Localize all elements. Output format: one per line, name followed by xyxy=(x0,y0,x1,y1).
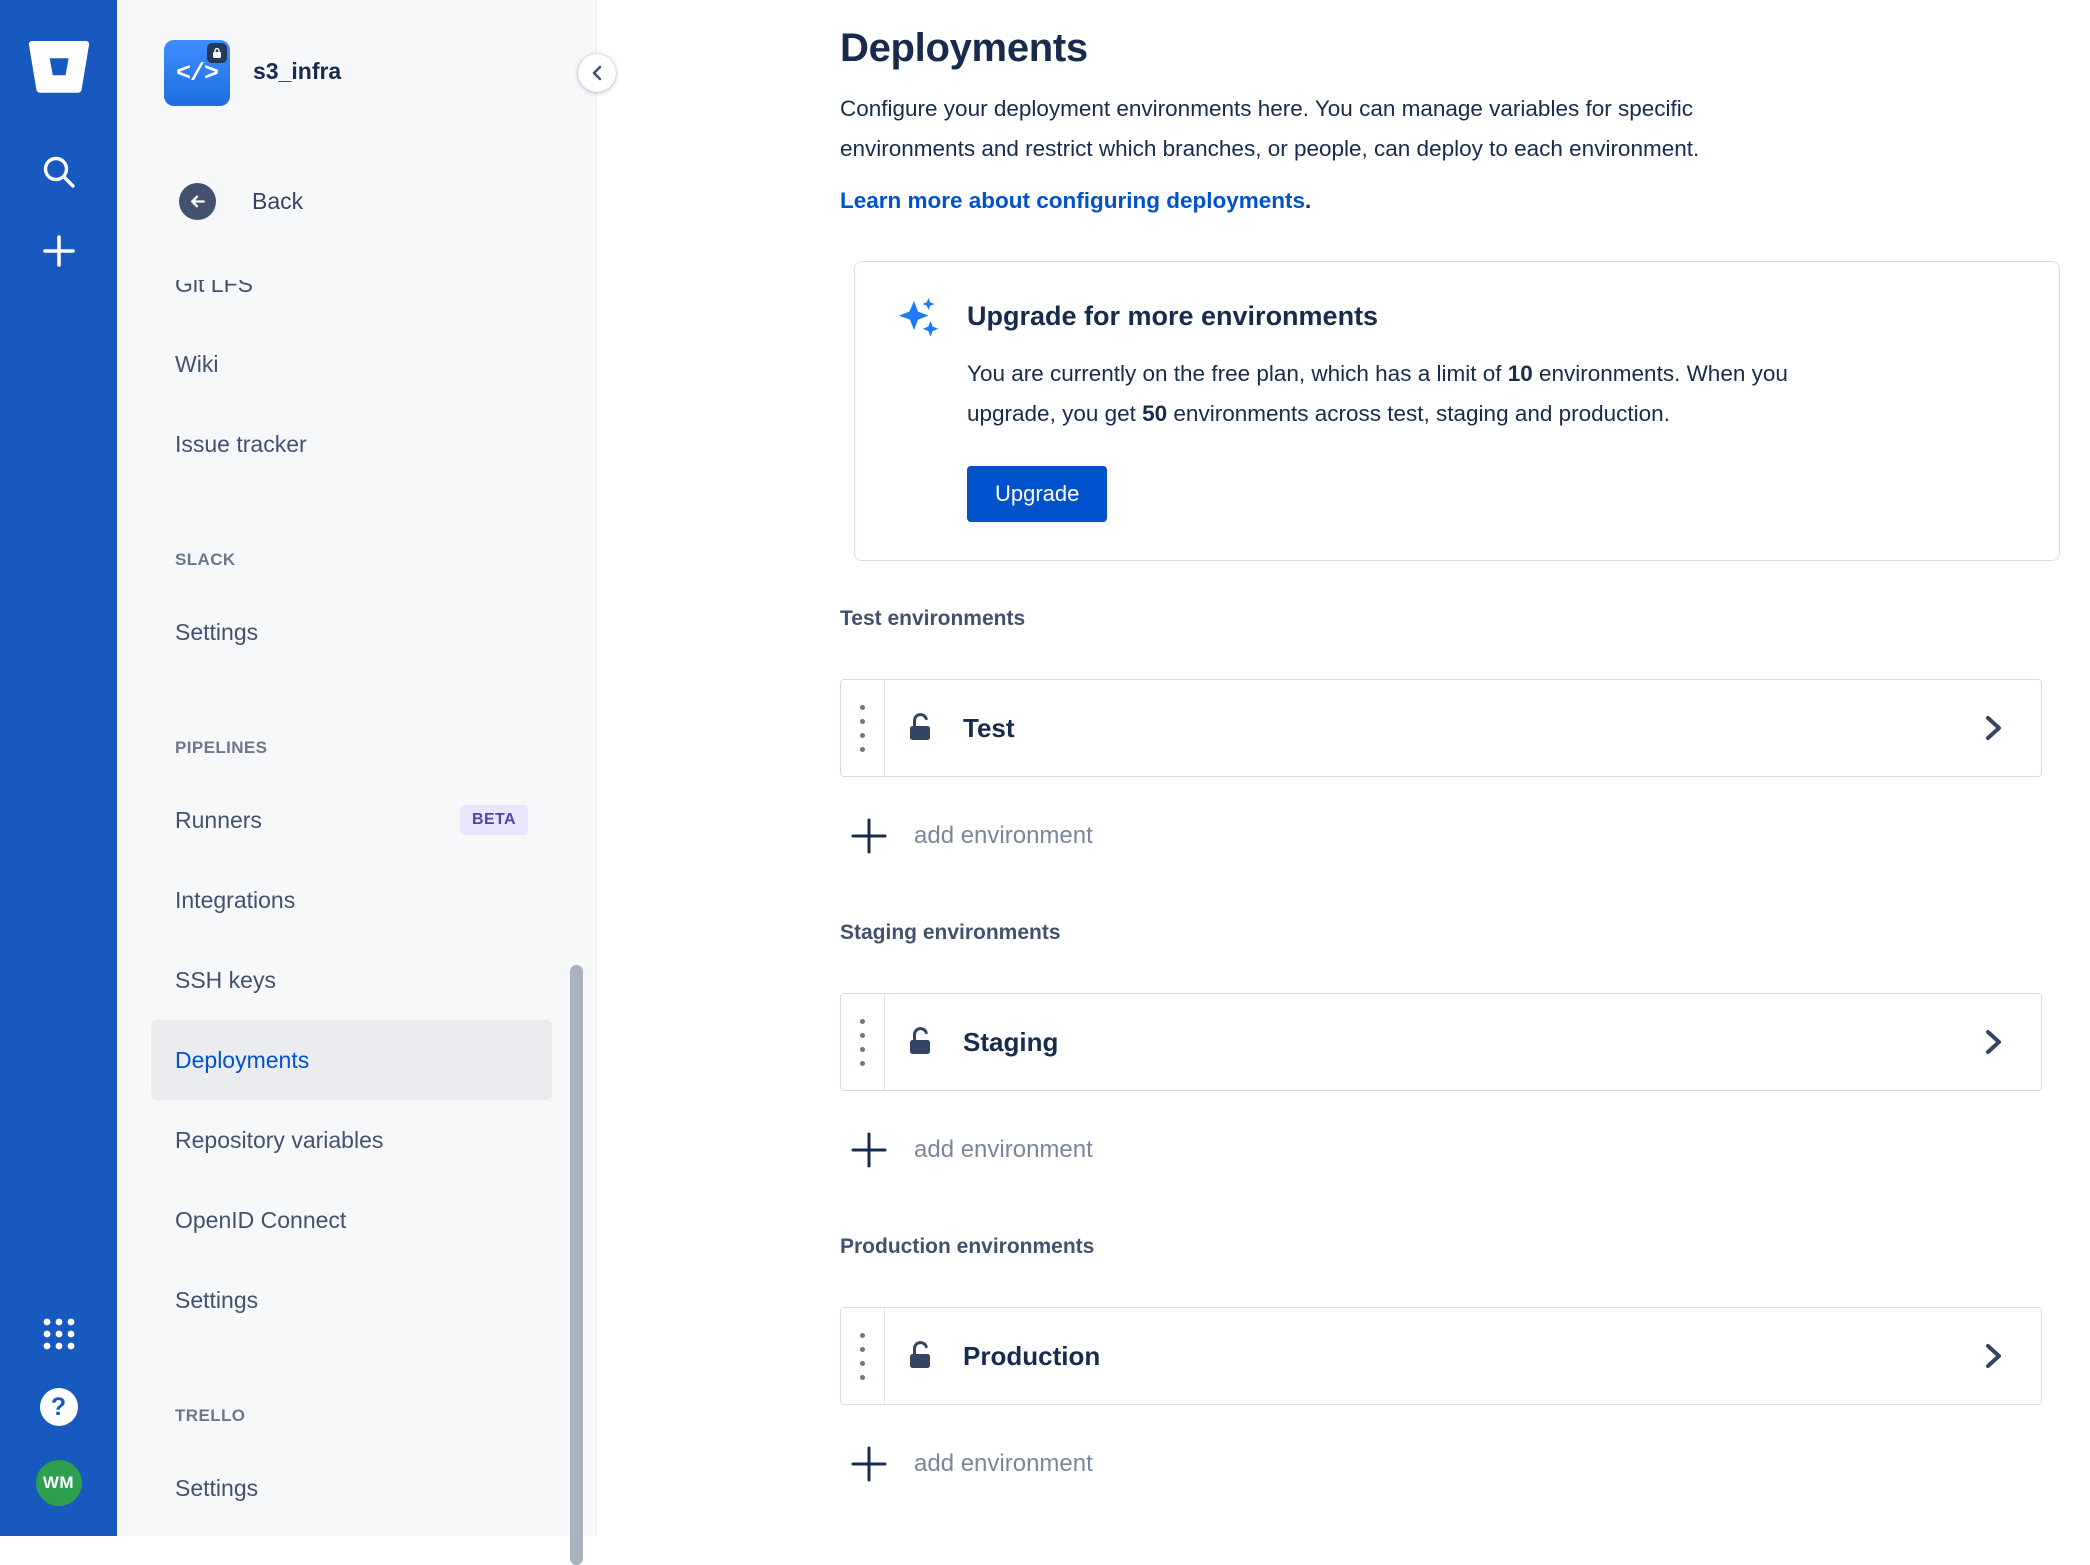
add-environment-button-production[interactable]: add environment xyxy=(840,1435,1093,1493)
upgrade-body-text: You are currently on the free plan, whic… xyxy=(967,361,1508,386)
sidebar-item-runners[interactable]: Runners BETA xyxy=(151,780,552,860)
sidebar-item-issue-tracker[interactable]: Issue tracker xyxy=(151,404,552,484)
environment-name: Staging xyxy=(963,1026,1059,1057)
sidebar-section-slack: SLACK xyxy=(175,550,236,569)
chevron-right-icon xyxy=(1981,1027,2005,1057)
beta-badge: BETA xyxy=(460,805,528,835)
sidebar-item-label: Runners xyxy=(175,806,262,833)
add-environment-label: add environment xyxy=(914,822,1093,849)
search-icon[interactable] xyxy=(39,152,79,192)
learn-more-link[interactable]: Learn more about configuring deployments xyxy=(840,188,1305,213)
rail-bottom: ? WM xyxy=(35,1316,82,1506)
app-rail: ? WM xyxy=(0,0,117,1536)
sidebar-collapse-button[interactable] xyxy=(578,54,616,92)
upgrade-card: Upgrade for more environments You are cu… xyxy=(854,261,2060,561)
sparkle-icon xyxy=(895,295,941,341)
page-title: Deployments xyxy=(840,26,1088,70)
sidebar-item-openid-connect[interactable]: OpenID Connect xyxy=(151,1180,552,1260)
sidebar-item-repository-variables[interactable]: Repository variables xyxy=(151,1100,552,1180)
environment-name: Test xyxy=(963,712,1015,743)
sidebar-item-wiki[interactable]: Wiki xyxy=(151,324,552,404)
upgrade-card-title: Upgrade for more environments xyxy=(967,301,1379,331)
sidebar-item-ssh-keys[interactable]: SSH keys xyxy=(151,940,552,1020)
sidebar-item-label: Deployments xyxy=(175,1046,310,1073)
bitbucket-logo[interactable] xyxy=(27,38,91,96)
page-description: Configure your deployment environments h… xyxy=(840,96,1700,161)
env-section-label-staging: Staging environments xyxy=(840,921,1061,944)
plus-icon xyxy=(840,1435,898,1493)
question-mark-icon: ? xyxy=(39,1388,78,1426)
paid-plan-limit: 50 xyxy=(1142,401,1168,426)
add-environment-button-test[interactable]: add environment xyxy=(840,807,1093,865)
add-environment-label: add environment xyxy=(914,1450,1093,1477)
upgrade-body-text: environments across test, staging and pr… xyxy=(1167,401,1670,426)
repo-avatar: </> xyxy=(164,40,230,106)
sidebar-item-label: Repository variables xyxy=(175,1126,384,1153)
add-environment-label: add environment xyxy=(914,1136,1093,1163)
sidebar-nav: Git LFS Wiki Issue tracker SLACK Setting… xyxy=(151,244,552,1528)
free-plan-limit: 10 xyxy=(1507,361,1533,386)
upgrade-card-body: You are currently on the free plan, whic… xyxy=(967,354,1867,434)
unlocked-padlock-icon xyxy=(903,710,939,746)
upgrade-button[interactable]: Upgrade xyxy=(967,466,1108,522)
sidebar-item-integrations[interactable]: Integrations xyxy=(151,860,552,940)
unlocked-padlock-icon xyxy=(903,1338,939,1374)
back-button[interactable]: Back xyxy=(179,183,303,220)
create-plus-icon[interactable] xyxy=(40,232,78,270)
add-environment-button-staging[interactable]: add environment xyxy=(840,1121,1093,1179)
user-avatar[interactable]: WM xyxy=(35,1460,82,1506)
drag-handle-icon[interactable] xyxy=(841,994,885,1090)
sidebar-item-label: Issue tracker xyxy=(175,430,307,457)
sidebar-scrollbar[interactable] xyxy=(570,965,583,1565)
drag-handle-icon[interactable] xyxy=(841,680,885,776)
learn-more-line: Learn more about configuring deployments… xyxy=(840,181,2062,221)
env-section-label-test: Test environments xyxy=(840,607,1026,630)
apps-grid-icon[interactable] xyxy=(41,1316,77,1352)
sidebar-section-trello: TRELLO xyxy=(175,1406,246,1425)
plus-icon xyxy=(840,1121,898,1179)
sidebar-item-trello-settings[interactable]: Settings xyxy=(151,1448,552,1528)
sidebar-item-deployments[interactable]: Deployments xyxy=(151,1020,552,1100)
chevron-left-icon xyxy=(592,65,602,81)
sidebar-item-label: OpenID Connect xyxy=(175,1206,347,1233)
sidebar-item-label: Settings xyxy=(175,1286,259,1313)
sidebar-item-label: Integrations xyxy=(175,886,296,913)
learn-more-suffix: . xyxy=(1305,188,1312,213)
main-content: Deployments Configure your deployment en… xyxy=(598,0,2090,1536)
plus-icon xyxy=(840,807,898,865)
environment-row-production[interactable]: Production xyxy=(840,1307,2042,1405)
back-arrow-icon xyxy=(179,183,216,220)
chevron-right-icon xyxy=(1981,713,2005,743)
sidebar-item-label: SSH keys xyxy=(175,966,276,993)
repo-sidebar: Git LFS Wiki Issue tracker SLACK Setting… xyxy=(117,0,616,1565)
help-icon[interactable]: ? xyxy=(39,1388,78,1426)
env-section-label-production: Production environments xyxy=(840,1235,1095,1258)
sidebar-item-pipelines-settings[interactable]: Settings xyxy=(151,1260,552,1340)
sidebar-section-pipelines: PIPELINES xyxy=(175,738,268,757)
sidebar-header: </> s3_infra Back xyxy=(117,0,596,280)
environment-row-test[interactable]: Test xyxy=(840,679,2042,777)
sidebar-item-label: Settings xyxy=(175,1474,259,1501)
back-label: Back xyxy=(252,188,304,214)
environment-name: Production xyxy=(963,1340,1101,1371)
repo-name: s3_infra xyxy=(253,58,342,84)
chevron-right-icon xyxy=(1981,1341,2005,1371)
sidebar-item-label: Settings xyxy=(175,618,259,645)
sidebar-item-label: Wiki xyxy=(175,350,219,377)
environment-row-staging[interactable]: Staging xyxy=(840,993,2042,1091)
sidebar-item-slack-settings[interactable]: Settings xyxy=(151,592,552,672)
private-lock-icon xyxy=(207,43,227,63)
unlocked-padlock-icon xyxy=(903,1024,939,1060)
drag-handle-icon[interactable] xyxy=(841,1308,885,1404)
